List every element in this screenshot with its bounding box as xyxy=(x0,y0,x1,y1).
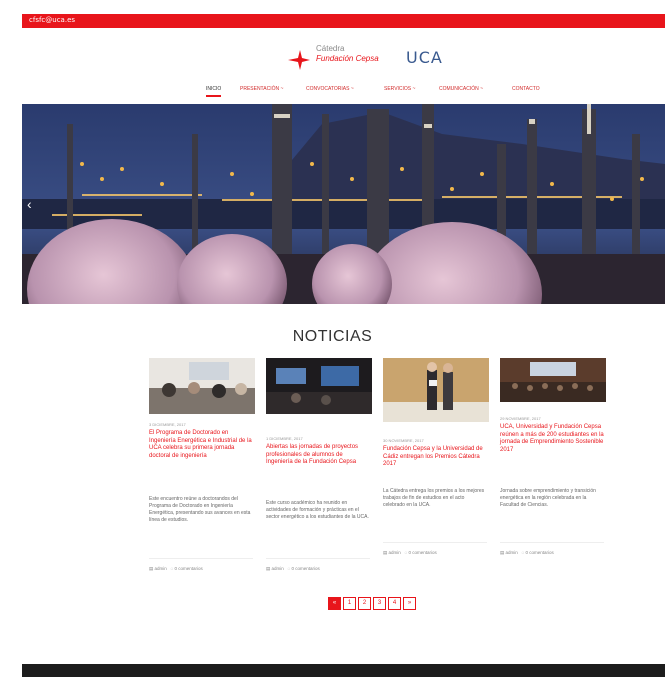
news-date: 3 DICIEMBRE, 2017 xyxy=(149,422,186,427)
page-button[interactable]: 4 xyxy=(388,597,401,610)
news-image[interactable] xyxy=(383,358,489,422)
hero-slider[interactable] xyxy=(22,104,665,304)
news-excerpt: La Cátedra entrega los premios a los mej… xyxy=(383,488,485,508)
logo-line-1: Cátedra xyxy=(316,44,345,53)
nav-item-presentacion[interactable]: PRESENTACIÓN ~ xyxy=(240,86,283,92)
news-card: 3 DICIEMBRE, 2017 El Programa de Doctora… xyxy=(149,358,255,584)
news-image[interactable] xyxy=(149,358,255,414)
footer xyxy=(22,664,665,677)
news-card: 29 NOVIEMBRE, 2017 UCA, Universidad y Fu… xyxy=(500,358,606,584)
news-meta: ▤ admin ◌ 0 comentarios xyxy=(500,550,554,555)
page-button[interactable]: 1 xyxy=(343,597,356,610)
page-button[interactable]: 2 xyxy=(358,597,371,610)
news-image[interactable] xyxy=(266,358,372,414)
news-image[interactable] xyxy=(500,358,606,402)
news-excerpt: Este curso académico ha reunido en activ… xyxy=(266,500,369,520)
news-meta: ▤ admin ◌ 0 comentarios xyxy=(266,566,320,571)
cepsa-logo-icon xyxy=(288,50,310,70)
news-card: 1 DICIEMBRE, 2017 Abiertas las jornadas … xyxy=(266,358,372,584)
page-prev-button[interactable]: « xyxy=(328,597,341,610)
nav-item-comunicacion[interactable]: COMUNICACIÓN ~ xyxy=(439,86,483,92)
news-title[interactable]: El Programa de Doctorado en Ingeniería E… xyxy=(149,430,253,460)
news-excerpt: Jornada sobre emprendimiento y transició… xyxy=(500,488,596,508)
divider xyxy=(149,558,253,559)
news-title[interactable]: Abiertas las jornadas de proyectos profe… xyxy=(266,444,370,467)
page-button[interactable]: 3 xyxy=(373,597,386,610)
news-card: 30 NOVIEMBRE, 2017 Fundación Cepsa y la … xyxy=(383,358,489,584)
news-excerpt: Este encuentro reúne a doctorandos del P… xyxy=(149,496,251,523)
divider xyxy=(383,542,487,543)
pagination: «1 2 3 4» xyxy=(328,597,418,610)
news-date: 29 NOVIEMBRE, 2017 xyxy=(500,416,541,421)
site-logo[interactable]: Cátedra Fundación Cepsa UCA xyxy=(286,42,476,74)
top-bar: cfsfc@uca.es xyxy=(22,14,665,28)
nav-item-contacto[interactable]: CONTACTO xyxy=(512,86,540,92)
news-title[interactable]: UCA, Universidad y Fundación Cepsa reúne… xyxy=(500,424,604,454)
section-title: NOTICIAS xyxy=(292,328,373,345)
news-date: 1 DICIEMBRE, 2017 xyxy=(266,436,303,441)
uca-logo: UCA xyxy=(406,48,443,67)
page-next-button[interactable]: » xyxy=(403,597,416,610)
divider xyxy=(266,558,370,559)
refinery-photo xyxy=(22,104,665,304)
news-date: 30 NOVIEMBRE, 2017 xyxy=(383,438,424,443)
main-nav: INICIO PRESENTACIÓN ~ CONVOCATORIAS ~ SE… xyxy=(200,86,600,98)
nav-item-servicios[interactable]: SERVICIOS ~ xyxy=(384,86,415,92)
divider xyxy=(500,542,604,543)
email-link[interactable]: cfsfc@uca.es xyxy=(29,16,75,24)
nav-item-convocatorias[interactable]: CONVOCATORIAS ~ xyxy=(306,86,354,92)
logo-line-2: Fundación Cepsa xyxy=(316,54,379,63)
slider-prev-arrow-icon[interactable]: ‹ xyxy=(27,196,32,212)
news-meta: ▤ admin ◌ 0 comentarios xyxy=(149,566,203,571)
news-meta: ▤ admin ◌ 0 comentarios xyxy=(383,550,437,555)
nav-item-inicio[interactable]: INICIO xyxy=(206,86,222,97)
news-title[interactable]: Fundación Cepsa y la Universidad de Cádi… xyxy=(383,446,487,469)
